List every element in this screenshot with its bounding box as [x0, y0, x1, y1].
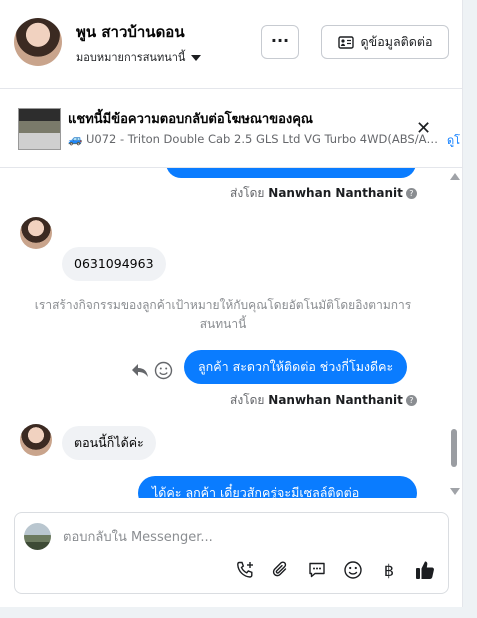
attach-icon[interactable] — [270, 559, 292, 581]
contact-card-icon — [337, 35, 354, 49]
saved-reply-icon[interactable] — [306, 559, 328, 581]
assign-conversation-dropdown[interactable]: มอบหมายการสนทนานี้ — [76, 48, 202, 66]
baht-icon[interactable]: ฿ — [378, 559, 400, 581]
composer-toolbar: ฿ — [234, 559, 436, 581]
help-icon[interactable]: ? — [405, 188, 417, 199]
sender-name: Nanwhan Nanthanit — [268, 393, 403, 407]
view-contact-label: ดูข้อมูลติดต่อ — [360, 34, 433, 49]
truck-icon: 🚙 — [68, 132, 83, 146]
page-avatar — [24, 523, 51, 550]
ad-banner-title: แชทนี้มีข้อความตอบกลับต่อโฆษณาของคุณ — [68, 112, 313, 127]
scroll-up-icon[interactable] — [450, 173, 460, 180]
page-edge — [463, 0, 477, 618]
scrollbar-thumb[interactable] — [451, 429, 457, 467]
outgoing-message-bubble[interactable] — [166, 168, 416, 178]
conversation-panel: พูน สาวบ้านดอน มอบหมายการสนทนานี้ ··· ดู… — [0, 0, 463, 607]
sent-by-label: ส่งโดย Nanwhan Nanthanit? — [230, 391, 417, 410]
help-icon[interactable]: ? — [405, 395, 417, 406]
system-note: เราสร้างกิจกรรมของลูกค้าเป้าหมายให้กับคุ… — [34, 298, 412, 331]
reply-input[interactable] — [63, 526, 433, 548]
sent-by-label: ส่งโดย Nanwhan Nanthanit? — [230, 184, 417, 203]
emoji-icon[interactable] — [342, 559, 364, 581]
avatar[interactable] — [20, 424, 52, 456]
ad-reply-banner: แชทนี้มีข้อความตอบกลับต่อโฆษณาของคุณ 🚙 U… — [0, 89, 462, 168]
view-contact-button[interactable]: ดูข้อมูลติดต่อ — [321, 25, 449, 59]
caret-down-icon — [191, 55, 202, 61]
scroll-down-icon[interactable] — [450, 488, 460, 495]
emoji-icon[interactable] — [154, 361, 173, 380]
avatar[interactable] — [14, 18, 62, 66]
like-icon[interactable] — [414, 559, 436, 581]
reply-icon[interactable] — [131, 362, 149, 378]
chat-scrollbar[interactable] — [449, 170, 460, 498]
sender-name: Nanwhan Nanthanit — [268, 186, 403, 200]
contact-name: พูน สาวบ้านดอน — [76, 23, 185, 41]
incoming-message-bubble[interactable]: ตอนนี้ก็ได้ค่ะ — [62, 426, 156, 460]
incoming-message-bubble[interactable]: 0631094963 — [62, 247, 166, 281]
ad-thumbnail — [18, 108, 61, 150]
message-composer: ฿ — [14, 512, 449, 594]
conversation-header: พูน สาวบ้านดอน มอบหมายการสนทนานี้ ··· ดู… — [0, 0, 462, 89]
close-icon[interactable]: ✕ — [416, 118, 431, 139]
more-icon: ··· — [270, 31, 290, 50]
ad-title-text: U072 - Triton Double Cab 2.5 GLS Ltd VG … — [85, 132, 440, 146]
more-options-button[interactable]: ··· — [261, 25, 299, 59]
assign-label: มอบหมายการสนทนานี้ — [76, 51, 186, 64]
avatar[interactable] — [20, 217, 52, 249]
outgoing-message-bubble[interactable]: ได้ค่ะ ลูกค้า เดี๋ยวสักครู่จะมีเซลล์ติดต… — [138, 476, 417, 498]
outgoing-message-bubble[interactable]: ลูกค้า สะดวกให้ติดต่อ ช่วงกี่โมงดีคะ — [184, 350, 408, 384]
message-list: ส่งโดย Nanwhan Nanthanit? 0631094963 เรา… — [0, 168, 462, 498]
ad-banner-subtitle: 🚙 U072 - Triton Double Cab 2.5 GLS Ltd V… — [68, 132, 440, 146]
call-add-icon[interactable] — [234, 559, 256, 581]
view-ad-link[interactable]: ดูโ — [447, 131, 460, 149]
